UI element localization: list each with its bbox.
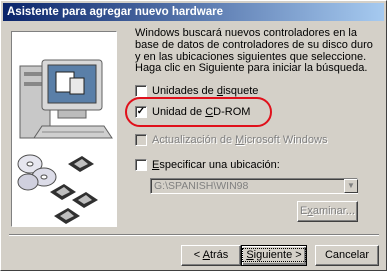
window-title: Asistente para agregar nuevo hardware <box>7 6 224 18</box>
browse-button[interactable]: Examinar... <box>297 201 358 222</box>
chevron-down-icon: ▼ <box>347 181 355 190</box>
microsoft-update-checkbox[interactable] <box>135 134 147 146</box>
cd-disc-icon <box>17 154 57 191</box>
footer-separator <box>9 234 379 236</box>
cdrom-label: Unidad de CD-ROM <box>152 106 251 118</box>
specify-location-checkbox[interactable] <box>135 159 147 171</box>
floppy-checkbox[interactable] <box>135 85 147 97</box>
location-input[interactable]: G:\SPANISH\WIN98 <box>150 178 358 194</box>
wizard-description: Windows buscará nuevos controladores en … <box>135 27 373 75</box>
next-button[interactable]: Siguiente > <box>241 245 307 266</box>
back-button[interactable]: < Atrás <box>181 245 241 266</box>
hardware-illustration <box>17 59 113 224</box>
location-dropdown-button[interactable]: ▼ <box>344 179 358 193</box>
microsoft-update-label: Actualización de Microsoft Windows <box>152 134 328 146</box>
title-bar[interactable]: Asistente para agregar nuevo hardware <box>3 3 384 21</box>
cancel-button[interactable]: Cancelar <box>315 245 379 266</box>
specify-location-label: Especificar una ubicación: <box>152 159 280 171</box>
wizard-illustration <box>11 31 117 227</box>
floppy-disk-icon <box>50 156 98 224</box>
cdrom-checkbox[interactable]: ✓ <box>135 106 147 118</box>
wizard-window: Asistente para agregar nuevo hardware Wi… <box>0 0 387 271</box>
computer-icon <box>19 59 113 139</box>
